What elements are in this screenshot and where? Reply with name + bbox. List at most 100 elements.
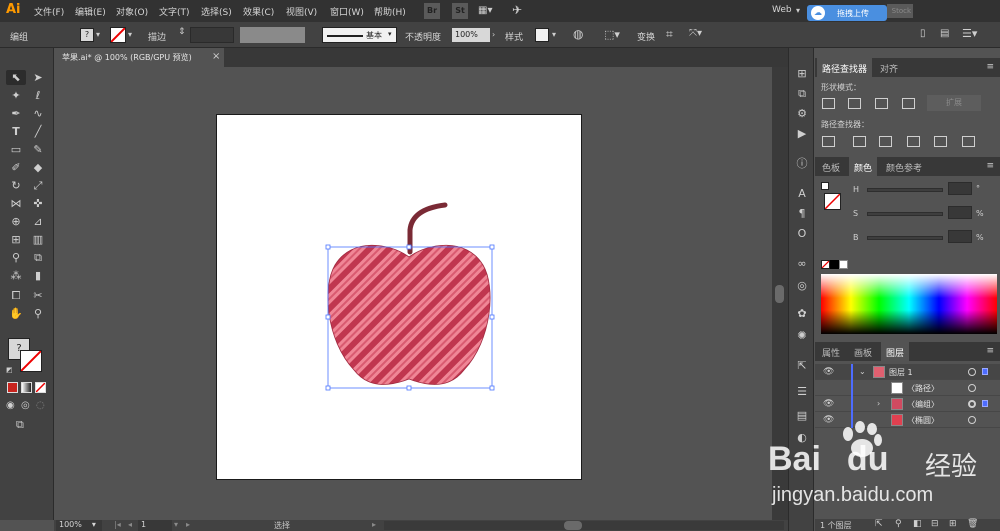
curvature-tool-icon[interactable]: ∿ <box>29 106 47 121</box>
chevron-down-icon[interactable]: ▾ <box>96 30 100 39</box>
align-options-icon[interactable]: ⬚▾ <box>604 28 620 41</box>
stroke-swatch[interactable] <box>110 27 126 43</box>
clipping-mask-icon[interactable]: ◧ <box>913 519 922 529</box>
stepper-icon[interactable]: ⇕ <box>178 27 186 37</box>
bounding-handle[interactable] <box>325 385 331 391</box>
eyedropper-tool-icon[interactable]: ⚲ <box>7 250 25 265</box>
menu-edit[interactable]: 编辑(E) <box>75 5 106 18</box>
panel-menu-icon[interactable]: ≡ <box>986 346 994 356</box>
tab-color-guide[interactable]: 颜色参考 <box>881 157 927 176</box>
tab-align[interactable]: 对齐 <box>875 58 903 77</box>
color-guide-icon[interactable]: ✺ <box>794 328 810 344</box>
pen-tool-icon[interactable]: ✒ <box>7 106 25 121</box>
type-tool-icon[interactable]: T <box>7 124 25 139</box>
paintbrush-tool-icon[interactable]: ✎ <box>29 142 47 157</box>
default-colors-icon[interactable]: ◩ <box>6 366 13 374</box>
bounding-handle[interactable] <box>325 314 331 320</box>
panel-menu-icon[interactable]: ≡ <box>986 62 994 72</box>
b-slider[interactable] <box>867 236 943 240</box>
close-icon[interactable]: × <box>212 51 220 62</box>
unite-icon[interactable] <box>822 98 835 109</box>
path-options-icon[interactable]: ⤧▾ <box>689 28 702 39</box>
intersect-icon[interactable] <box>875 98 888 109</box>
layer-name[interactable]: 〈编组〉 <box>907 399 939 410</box>
brush-definition[interactable]: 基本 ▾ <box>322 27 397 43</box>
artboard-number-field[interactable]: 1 <box>138 520 172 531</box>
gpu-performance-icon[interactable]: ✈ <box>512 3 528 19</box>
minus-front-icon[interactable] <box>848 98 861 109</box>
links-icon[interactable]: ∞ <box>794 256 810 272</box>
chevron-down-icon[interactable]: ▾ <box>174 520 178 529</box>
chevron-down-icon[interactable]: ⌄ <box>859 367 866 376</box>
s-value-field[interactable] <box>948 206 972 219</box>
gradient-tool-icon[interactable]: ▥ <box>29 232 47 247</box>
next-artboard-icon[interactable]: ▸ <box>186 520 190 529</box>
stock-icon[interactable]: St <box>452 3 468 19</box>
draw-inside-icon[interactable]: ◌ <box>36 400 45 411</box>
actions-icon[interactable]: ▶ <box>794 126 810 142</box>
merge-icon[interactable] <box>879 136 892 147</box>
variable-width-profile[interactable] <box>240 27 305 43</box>
bridge-icon[interactable]: Br <box>424 3 440 19</box>
color-spectrum[interactable] <box>821 274 997 334</box>
tab-pathfinder[interactable]: 路径查找器 <box>817 58 873 77</box>
new-layer-icon[interactable]: ⊞ <box>949 519 957 529</box>
menu-view[interactable]: 视图(V) <box>286 5 317 18</box>
tab-layers[interactable]: 图层 <box>881 342 910 361</box>
layer-row[interactable]: 👁 › 〈编组〉 <box>815 396 1000 412</box>
shaper-tool-icon[interactable]: ✐ <box>7 160 25 175</box>
first-artboard-icon[interactable]: |◂ <box>114 520 121 529</box>
workspace-switcher[interactable]: Web <box>772 5 792 15</box>
line-tool-icon[interactable]: ╱ <box>29 124 47 139</box>
opacity-label[interactable]: 不透明度 <box>405 30 441 43</box>
target-icon[interactable] <box>968 400 976 408</box>
h-value-field[interactable] <box>948 182 972 195</box>
color-stroke-box[interactable] <box>824 193 841 210</box>
graphic-style-swatch[interactable] <box>535 28 549 42</box>
locate-object-icon[interactable]: ⚲ <box>895 519 902 529</box>
perspective-grid-tool-icon[interactable]: ⊿ <box>29 214 47 229</box>
b-value-field[interactable] <box>948 230 972 243</box>
artboard-tool-icon[interactable]: ⧠ <box>7 288 25 303</box>
layer-row[interactable]: 〈路径〉 <box>815 380 1000 396</box>
width-tool-icon[interactable]: ⋈ <box>7 196 25 211</box>
minus-back-icon[interactable] <box>962 136 975 147</box>
exclude-icon[interactable] <box>902 98 915 109</box>
lasso-tool-icon[interactable]: ℓ <box>29 88 47 103</box>
bounding-handle[interactable] <box>406 244 412 250</box>
eraser-tool-icon[interactable]: ◆ <box>29 160 47 175</box>
export-layer-icon[interactable]: ⇱ <box>875 519 883 529</box>
scroll-thumb[interactable] <box>564 521 582 530</box>
chevron-down-icon[interactable]: ▾ <box>128 30 132 39</box>
appearance-icon[interactable]: ☰ <box>794 384 810 400</box>
color-mode-icon[interactable] <box>7 382 18 393</box>
tab-color[interactable]: 颜色 <box>849 157 878 176</box>
gradient-mode-icon[interactable] <box>21 382 32 393</box>
artboards-icon[interactable]: ⧉ <box>794 86 810 102</box>
hand-tool-icon[interactable]: ✋ <box>7 306 25 321</box>
new-sublayer-icon[interactable]: ⊟ <box>931 519 939 529</box>
apple-stem[interactable] <box>407 202 448 255</box>
bounding-handle[interactable] <box>489 314 495 320</box>
target-icon[interactable] <box>968 384 976 392</box>
puppet-warp-tool-icon[interactable]: ✜ <box>29 196 47 211</box>
trim-icon[interactable] <box>853 136 866 147</box>
paragraph-icon[interactable]: ¶ <box>794 206 810 222</box>
menu-select[interactable]: 选择(S) <box>201 5 232 18</box>
status-arrow-icon[interactable]: ▸ <box>372 520 376 529</box>
align-panel-icon[interactable]: ▤ <box>940 28 949 39</box>
target-icon[interactable] <box>968 368 976 376</box>
slice-tool-icon[interactable]: ✂ <box>29 288 47 303</box>
eye-icon[interactable]: 👁 <box>823 399 834 409</box>
horizontal-scrollbar[interactable] <box>384 521 784 530</box>
none-mode-icon[interactable] <box>35 382 46 393</box>
info-icon[interactable]: ⓘ <box>794 156 810 172</box>
layer-name[interactable]: 图层 1 <box>889 367 913 378</box>
libraries-icon[interactable]: ⊞ <box>794 66 810 82</box>
tab-swatches[interactable]: 色板 <box>817 157 845 176</box>
chevron-right-icon[interactable]: › <box>877 399 880 408</box>
zoom-tool-icon[interactable]: ⚲ <box>29 306 47 321</box>
draw-behind-icon[interactable]: ◎ <box>21 400 30 411</box>
scale-tool-icon[interactable]: ⤢ <box>29 178 47 193</box>
panel-menu-icon[interactable]: ≡ <box>986 161 994 171</box>
